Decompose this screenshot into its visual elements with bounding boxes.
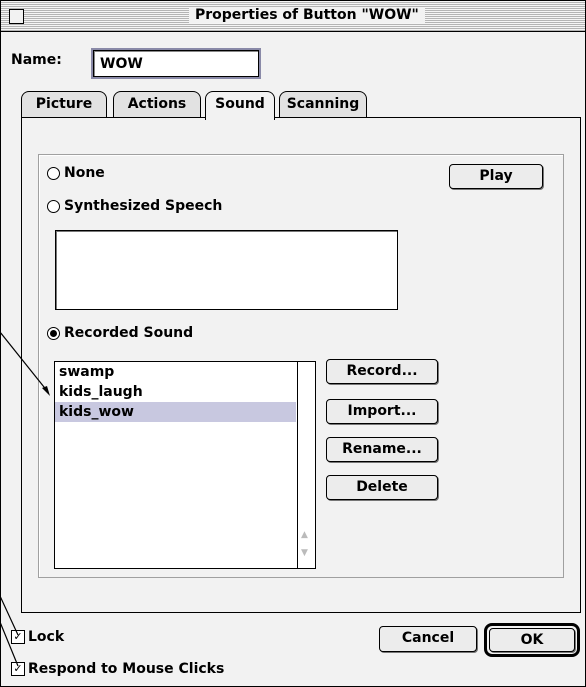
rename-button[interactable]: Rename... bbox=[326, 437, 438, 462]
lock-label: Lock bbox=[28, 629, 65, 645]
radio-synthesized-dot[interactable] bbox=[47, 199, 60, 213]
radio-recorded-label: Recorded Sound bbox=[64, 325, 194, 341]
radio-synthesized-speech[interactable]: Synthesized Speech bbox=[47, 198, 222, 214]
lock-checkbox[interactable]: ✓ Lock bbox=[11, 629, 64, 645]
list-item[interactable]: swamp bbox=[55, 362, 296, 382]
tab-scanning[interactable]: Scanning bbox=[279, 91, 367, 118]
tab-picture[interactable]: Picture bbox=[21, 91, 107, 118]
properties-dialog: Properties of Button "WOW" Name: Picture… bbox=[0, 0, 586, 687]
respond-mouse-clicks-checkbox[interactable]: ✓ Respond to Mouse Clicks bbox=[11, 661, 224, 677]
play-button[interactable]: Play bbox=[449, 164, 543, 189]
sound-tab-panel: None Play Synthesized Speech Recorded So… bbox=[21, 117, 581, 613]
import-button[interactable]: Import... bbox=[326, 399, 438, 424]
delete-button[interactable]: Delete bbox=[326, 475, 438, 500]
radio-none[interactable]: None bbox=[47, 165, 105, 181]
ok-button[interactable]: OK bbox=[489, 628, 575, 652]
radio-none-dot[interactable] bbox=[47, 166, 60, 180]
cancel-button[interactable]: Cancel bbox=[379, 626, 477, 652]
respond-check-icon[interactable]: ✓ bbox=[11, 662, 25, 676]
title-bar[interactable]: Properties of Button "WOW" bbox=[1, 1, 585, 32]
scroll-down-arrow-icon[interactable]: ▼ bbox=[301, 548, 308, 558]
tab-sound[interactable]: Sound bbox=[205, 91, 275, 120]
respond-label: Respond to Mouse Clicks bbox=[28, 661, 225, 677]
radio-none-label: None bbox=[64, 165, 105, 181]
name-input[interactable] bbox=[91, 48, 261, 79]
lock-check-icon[interactable]: ✓ bbox=[11, 630, 25, 644]
record-button[interactable]: Record... bbox=[326, 359, 438, 384]
sound-group-box: None Play Synthesized Speech Recorded So… bbox=[38, 154, 564, 578]
tab-actions[interactable]: Actions bbox=[113, 91, 201, 118]
radio-synthesized-label: Synthesized Speech bbox=[64, 198, 223, 214]
window-title: Properties of Button "WOW" bbox=[189, 7, 425, 23]
radio-recorded-dot[interactable] bbox=[47, 326, 60, 340]
close-box[interactable] bbox=[9, 9, 24, 24]
list-scrollbar[interactable]: ▲ ▼ bbox=[297, 362, 315, 568]
list-item[interactable]: kids_laugh bbox=[55, 382, 296, 402]
radio-recorded-sound[interactable]: Recorded Sound bbox=[47, 325, 193, 341]
recordings-list[interactable]: swamp kids_laugh kids_wow ▲ ▼ bbox=[54, 361, 316, 569]
scroll-up-arrow-icon[interactable]: ▲ bbox=[301, 530, 308, 540]
name-label: Name: bbox=[11, 52, 62, 68]
speech-text-area[interactable] bbox=[55, 230, 398, 310]
list-item-selected[interactable]: kids_wow bbox=[55, 402, 296, 422]
